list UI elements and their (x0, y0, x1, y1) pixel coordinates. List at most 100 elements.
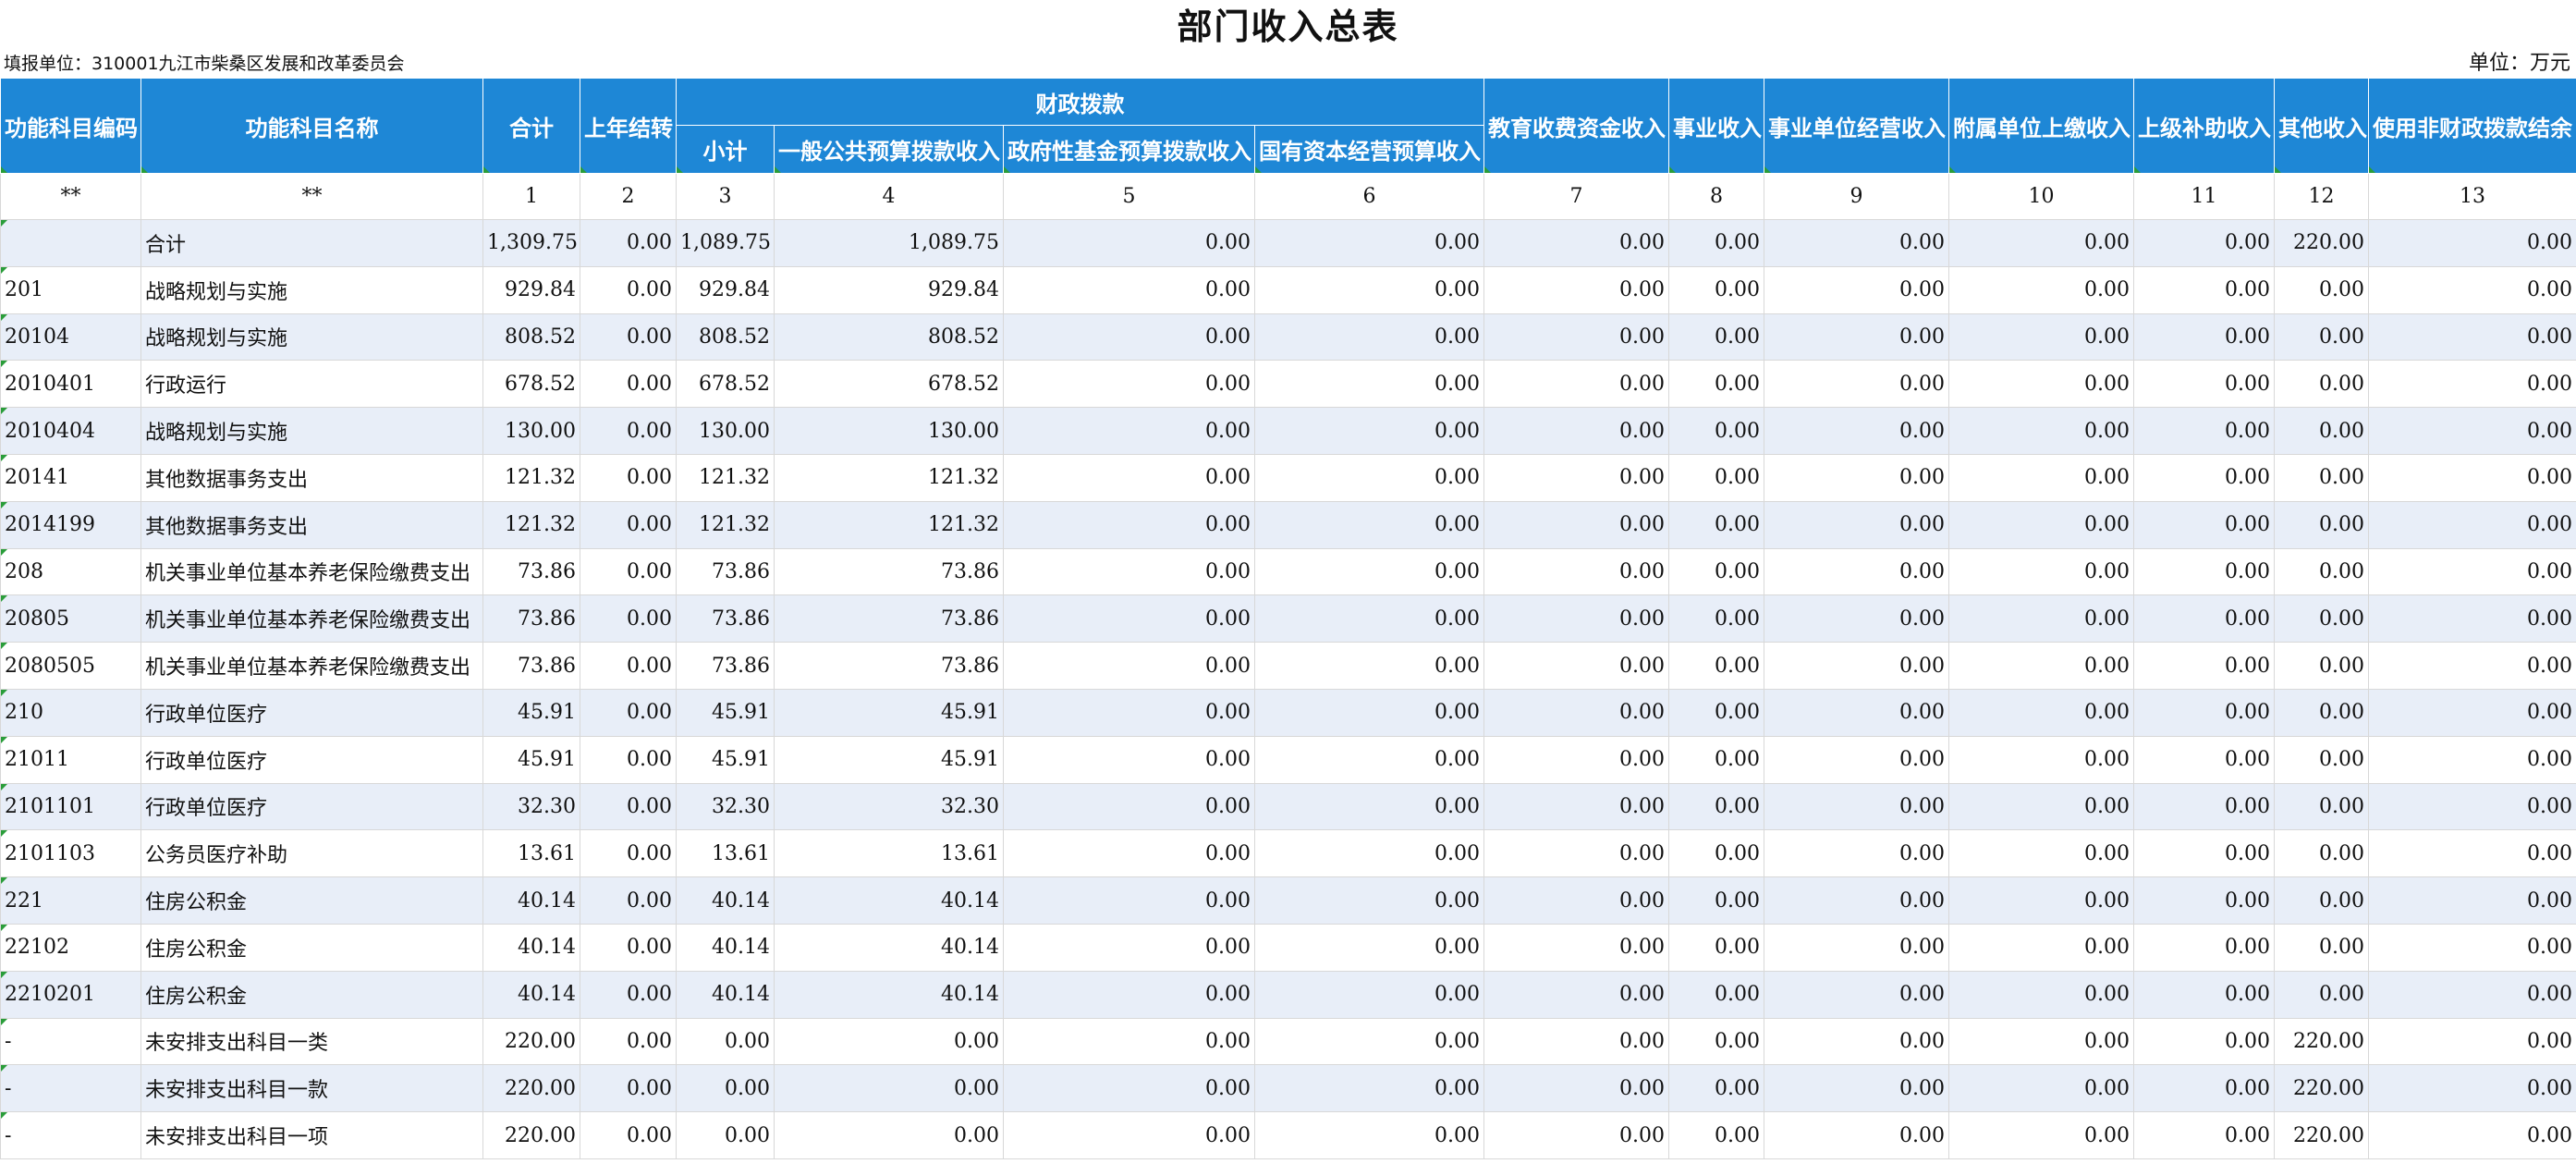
table-row[interactable]: 合计 1,309.75 0.00 1,089.75 1,089.75 0.00 0.00 0.… (0, 219, 2576, 267)
cell-name[interactable]: 行政单位医疗 (140, 782, 483, 831)
cell-value[interactable]: 0.00 (1254, 312, 1484, 361)
cell-value[interactable]: 45.91 (774, 688, 1004, 737)
cell-value[interactable]: 0.00 (1483, 312, 1669, 361)
cell-value[interactable]: 0.00 (1948, 735, 2134, 784)
table-row[interactable]: 2014199 其他数据事务支出 121.32 0.00 121.32 121.32 0.0… (0, 500, 2576, 549)
cell-value[interactable]: 0.00 (1668, 360, 1764, 409)
cell-value[interactable]: 0.00 (1254, 407, 1484, 455)
cell-value[interactable]: 0.00 (2133, 1111, 2275, 1159)
cell-value[interactable]: 0.00 (1483, 360, 1669, 409)
cell-value[interactable]: 0.00 (1254, 360, 1484, 409)
cell-name[interactable]: 战略规划与实施 (140, 312, 483, 361)
cell-value[interactable]: 0.00 (1948, 642, 2134, 690)
cell-value[interactable]: 73.86 (482, 642, 580, 690)
cell-name[interactable]: 住房公积金 (140, 970, 483, 1019)
cell-value[interactable]: 0.00 (1483, 923, 1669, 972)
cell-value[interactable]: 73.86 (482, 547, 580, 596)
cell-name[interactable]: 其他数据事务支出 (140, 500, 483, 549)
cell-value[interactable]: 0.00 (774, 1111, 1004, 1159)
table-row[interactable]: 20104 战略规划与实施 808.52 0.00 808.52 808.52 0.00 0.… (0, 312, 2576, 361)
cell-value[interactable]: 0.00 (2368, 500, 2576, 549)
cell-value[interactable]: 0.00 (1668, 594, 1764, 643)
cell-value[interactable]: 0.00 (1668, 782, 1764, 831)
cell-value[interactable]: 73.86 (676, 594, 775, 643)
cell-value[interactable]: 0.00 (1764, 735, 1949, 784)
cell-name[interactable]: 行政单位医疗 (140, 735, 483, 784)
cell-value[interactable]: 0.00 (2274, 453, 2369, 502)
cell-value[interactable]: 40.14 (676, 970, 775, 1019)
cell-value[interactable]: 0.00 (580, 1064, 677, 1113)
cell-value[interactable]: 0.00 (2368, 876, 2576, 925)
cell-value[interactable]: 929.84 (482, 265, 580, 314)
cell-value[interactable]: 678.52 (676, 360, 775, 409)
cell-value[interactable]: 0.00 (1764, 923, 1949, 972)
cell-value[interactable]: 0.00 (1483, 829, 1669, 878)
cell-value[interactable]: 0.00 (1003, 360, 1255, 409)
cell-code[interactable]: 221 (0, 876, 141, 925)
cell-value[interactable]: 0.00 (1003, 876, 1255, 925)
cell-value[interactable]: 0.00 (1003, 970, 1255, 1019)
cell-value[interactable]: 0.00 (1254, 1111, 1484, 1159)
cell-value[interactable]: 1,089.75 (676, 219, 775, 267)
cell-code[interactable]: 208 (0, 547, 141, 596)
cell-value[interactable]: 0.00 (580, 735, 677, 784)
cell-value[interactable]: 40.14 (774, 970, 1004, 1019)
cell-value[interactable]: 121.32 (774, 453, 1004, 502)
table-row[interactable]: 2101103 公务员医疗补助 13.61 0.00 13.61 13.61 0.00 0.0… (0, 829, 2576, 878)
cell-value[interactable]: 0.00 (1483, 642, 1669, 690)
cell-value[interactable]: 0.00 (2368, 688, 2576, 737)
cell-value[interactable]: 73.86 (676, 547, 775, 596)
cell-value[interactable]: 0.00 (1668, 876, 1764, 925)
cell-value[interactable]: 929.84 (676, 265, 775, 314)
cell-value[interactable]: 808.52 (676, 312, 775, 361)
table-row[interactable]: 2101101 行政单位医疗 32.30 0.00 32.30 32.30 0.00 0.00… (0, 782, 2576, 831)
cell-value[interactable]: 220.00 (2274, 1064, 2369, 1113)
table-row[interactable]: 20141 其他数据事务支出 121.32 0.00 121.32 121.32 0.00 0… (0, 453, 2576, 502)
cell-value[interactable]: 0.00 (1483, 876, 1669, 925)
cell-value[interactable]: 0.00 (2133, 500, 2275, 549)
cell-name[interactable]: 其他数据事务支出 (140, 453, 483, 502)
cell-name[interactable]: 机关事业单位基本养老保险缴费支出 (140, 594, 483, 643)
table-row[interactable]: 210 行政单位医疗 45.91 0.00 45.91 45.91 0.00 0.00 0.00… (0, 688, 2576, 737)
cell-value[interactable]: 73.86 (774, 594, 1004, 643)
cell-value[interactable]: 0.00 (1003, 782, 1255, 831)
cell-value[interactable]: 220.00 (2274, 1017, 2369, 1066)
cell-value[interactable]: 0.00 (1948, 500, 2134, 549)
cell-value[interactable]: 13.61 (676, 829, 775, 878)
cell-value[interactable]: 0.00 (1003, 735, 1255, 784)
cell-value[interactable]: 0.00 (2274, 829, 2369, 878)
cell-value[interactable]: 808.52 (774, 312, 1004, 361)
cell-value[interactable]: 0.00 (1483, 688, 1669, 737)
cell-value[interactable]: 121.32 (482, 453, 580, 502)
cell-value[interactable]: 0.00 (1003, 453, 1255, 502)
cell-value[interactable]: 0.00 (1764, 312, 1949, 361)
cell-value[interactable]: 0.00 (1254, 782, 1484, 831)
cell-value[interactable]: 0.00 (1948, 1064, 2134, 1113)
cell-value[interactable]: 0.00 (1003, 219, 1255, 267)
cell-value[interactable]: 0.00 (1254, 500, 1484, 549)
cell-code[interactable] (0, 219, 141, 267)
table-row[interactable]: 221 住房公积金 40.14 0.00 40.14 40.14 0.00 0.00 0.00 0… (0, 876, 2576, 925)
cell-code[interactable]: 22102 (0, 923, 141, 972)
cell-value[interactable]: 0.00 (2368, 970, 2576, 1019)
cell-value[interactable]: 0.00 (1764, 829, 1949, 878)
cell-name[interactable]: 行政运行 (140, 360, 483, 409)
cell-name[interactable]: 机关事业单位基本养老保险缴费支出 (140, 547, 483, 596)
cell-value[interactable]: 0.00 (1254, 453, 1484, 502)
cell-value[interactable]: 0.00 (1254, 876, 1484, 925)
cell-value[interactable]: 0.00 (1764, 500, 1949, 549)
cell-value[interactable]: 0.00 (2133, 453, 2275, 502)
cell-value[interactable]: 0.00 (2368, 407, 2576, 455)
cell-value[interactable]: 0.00 (1764, 407, 1949, 455)
cell-value[interactable]: 13.61 (774, 829, 1004, 878)
cell-value[interactable]: 73.86 (676, 642, 775, 690)
cell-value[interactable]: 0.00 (2368, 735, 2576, 784)
cell-value[interactable]: 0.00 (1668, 923, 1764, 972)
cell-value[interactable]: 0.00 (1483, 407, 1669, 455)
cell-value[interactable]: 45.91 (482, 688, 580, 737)
table-row[interactable]: - 未安排支出科目一项 220.00 0.00 0.00 0.00 0.00 0.00 0.00… (0, 1111, 2576, 1159)
cell-code[interactable]: 2010401 (0, 360, 141, 409)
cell-value[interactable]: 0.00 (1254, 594, 1484, 643)
cell-value[interactable]: 0.00 (2274, 547, 2369, 596)
cell-value[interactable]: 0.00 (1003, 829, 1255, 878)
